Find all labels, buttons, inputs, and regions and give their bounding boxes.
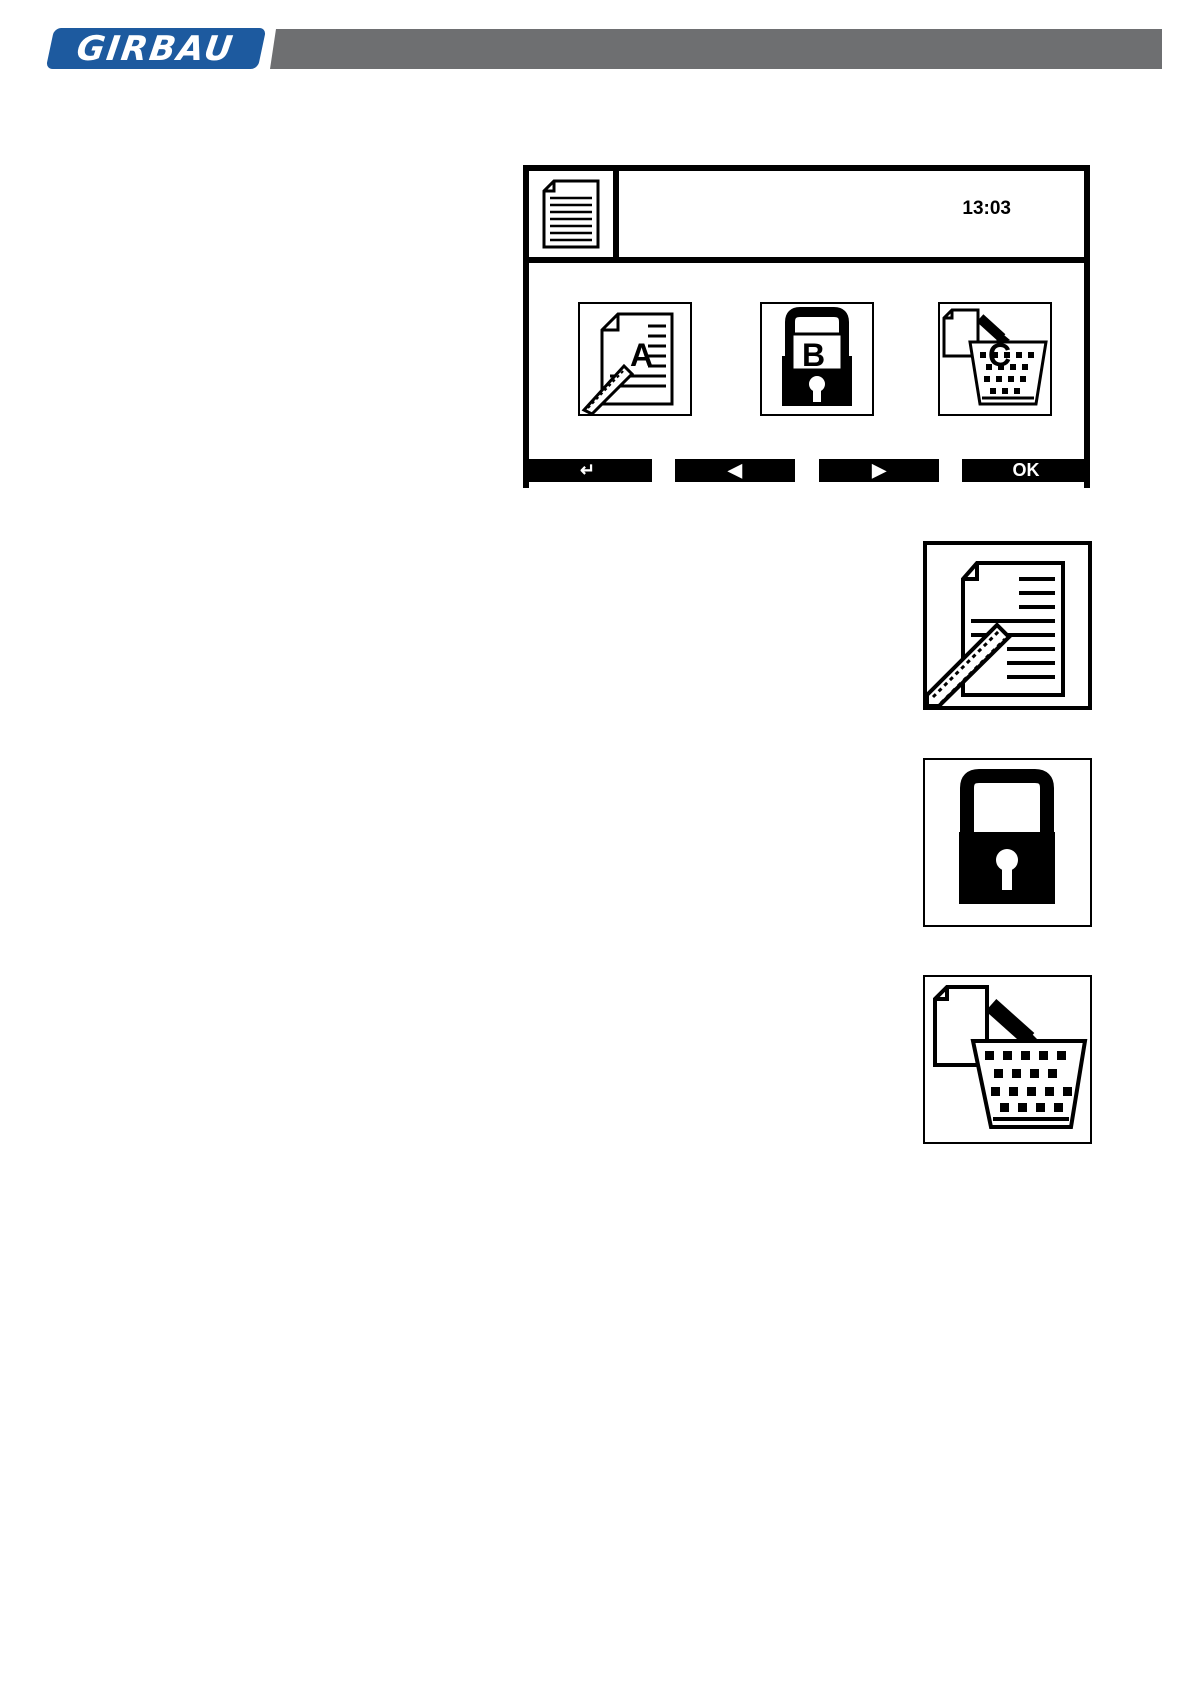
status-area: 13:03 [619,171,1084,263]
header-bar [270,29,1162,69]
girbau-logo: GIRBAU [45,28,267,69]
edit-document-icon: A [581,312,674,414]
menu-option-a[interactable]: A [578,302,692,416]
document-icon [542,179,600,249]
delete-to-basket-icon: C [942,308,1048,406]
lock-icon: B [782,307,852,406]
menu-option-c[interactable]: C [938,302,1052,416]
letter-a: A [630,337,653,373]
letter-b: B [802,337,825,373]
display-screen: 13:03 A B C [523,165,1090,488]
softkey-bar: ↵ ◀ ▶ OK [523,459,1090,482]
legend-delete-icon-box [923,975,1092,1144]
clock-time: 13:03 [962,198,1011,219]
letter-c: C [988,337,1011,373]
next-button[interactable]: ▶ [819,459,939,482]
legend-edit-icon-box [923,541,1092,710]
previous-button[interactable]: ◀ [675,459,795,482]
menu-option-b[interactable]: B [760,302,874,416]
status-icon-box [529,171,619,263]
lock-icon [959,769,1055,904]
delete-to-basket-icon [933,985,1088,1129]
ok-button[interactable]: OK [962,459,1090,482]
edit-document-icon [927,561,1065,706]
back-button[interactable]: ↵ [523,459,652,482]
logo-text: GIRBAU [74,28,238,69]
legend-lock-icon-box [923,758,1092,927]
